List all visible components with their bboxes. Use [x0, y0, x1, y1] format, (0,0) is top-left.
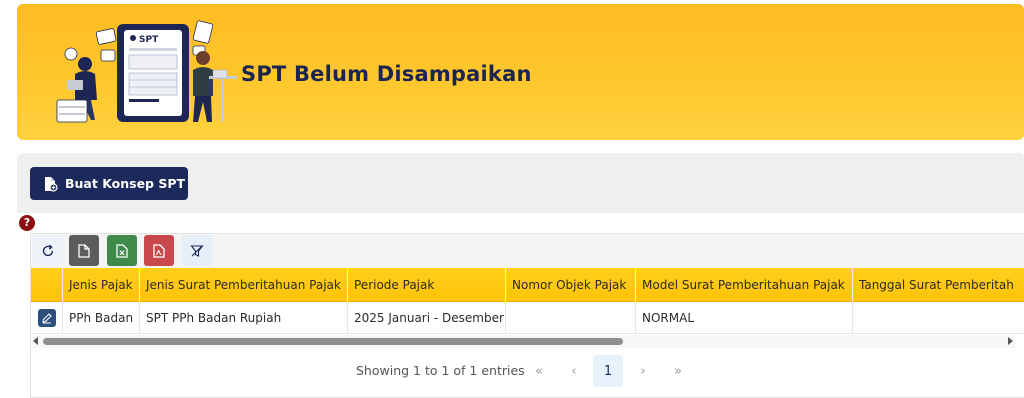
excel-icon [116, 243, 128, 258]
cell-jenis-spt: SPT PPh Badan Rupiah [140, 302, 348, 334]
table-header: Jenis Pajak Jenis Surat Pemberitahuan Pa… [31, 268, 1024, 302]
cell-nomor-objek-pajak [506, 302, 636, 334]
table-row[interactable]: PPh Badan SPT PPh Badan Rupiah 2025 Janu… [31, 302, 1024, 334]
current-page-button[interactable]: 1 [593, 355, 623, 387]
column-header-jenis-spt[interactable]: Jenis Surat Pemberitahuan Pajak [140, 268, 348, 302]
clear-filter-button[interactable] [182, 235, 212, 266]
column-header-periode-pajak[interactable]: Periode Pajak [348, 268, 506, 302]
row-action-cell [31, 302, 63, 334]
column-header-tanggal-spt[interactable]: Tanggal Surat Pemberitah [853, 268, 1024, 302]
export-file-button[interactable] [69, 235, 99, 266]
cell-model-spt: NORMAL [636, 302, 853, 334]
export-excel-button[interactable] [107, 235, 137, 266]
refresh-button[interactable] [33, 235, 63, 266]
page-title: SPT Belum Disampaikan [241, 62, 532, 86]
column-header-actions [31, 268, 63, 302]
page-header-banner: SPT SPT Belum Disampaikan [17, 4, 1024, 140]
scrollbar-thumb[interactable] [43, 338, 623, 345]
grid-toolbar [31, 234, 1024, 268]
first-page-button[interactable]: « [524, 355, 554, 387]
scroll-right-arrow-icon[interactable] [1008, 337, 1013, 345]
filter-clear-icon [190, 244, 204, 257]
column-header-model-spt[interactable]: Model Surat Pemberitahuan Pajak [636, 268, 853, 302]
file-icon [78, 243, 90, 258]
spt-data-grid: Jenis Pajak Jenis Surat Pemberitahuan Pa… [30, 233, 1024, 398]
pagination: Showing 1 to 1 of 1 entries « ‹ 1 › » [31, 355, 1024, 387]
new-document-icon [45, 176, 58, 192]
page: SPT SPT Belum Disampaikan Buat Konsep SP… [0, 0, 1024, 398]
tax-illustration: SPT [56, 20, 237, 123]
horizontal-scrollbar[interactable] [31, 335, 1015, 348]
pagination-info: Showing 1 to 1 of 1 entries [356, 363, 525, 378]
help-icon[interactable]: ? [19, 215, 35, 231]
create-draft-spt-button[interactable]: Buat Konsep SPT [30, 167, 188, 200]
export-pdf-button[interactable] [144, 235, 174, 266]
cell-tanggal-spt [853, 302, 1024, 334]
create-draft-spt-label: Buat Konsep SPT [65, 176, 186, 191]
column-header-nomor-objek-pajak[interactable]: Nomor Objek Pajak [506, 268, 636, 302]
next-page-button[interactable]: › [628, 355, 658, 387]
cell-jenis-pajak: PPh Badan [63, 302, 140, 334]
pdf-icon [153, 243, 165, 258]
svg-text:SPT: SPT [139, 35, 159, 45]
previous-page-button[interactable]: ‹ [559, 355, 589, 387]
action-toolbar: Buat Konsep SPT [17, 153, 1024, 213]
column-header-jenis-pajak[interactable]: Jenis Pajak [63, 268, 140, 302]
scroll-left-arrow-icon[interactable] [33, 337, 38, 345]
edit-icon[interactable] [37, 309, 56, 327]
last-page-button[interactable]: » [663, 355, 693, 387]
refresh-icon [42, 244, 54, 256]
cell-periode-pajak: 2025 Januari - Desember [348, 302, 506, 334]
